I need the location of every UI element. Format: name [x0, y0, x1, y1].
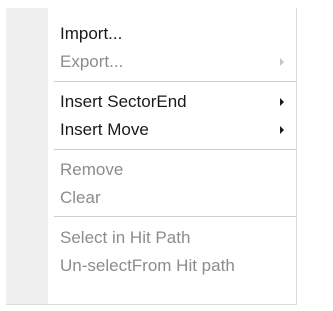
menu-item-insert-move[interactable]: Insert Move [6, 116, 296, 144]
menu-item-select-in-hit-path[interactable]: Select in Hit Path [6, 224, 296, 252]
menu-item-unselect-from-hit-path[interactable]: Un-selectFrom Hit path [6, 252, 296, 280]
menu-item-clear[interactable]: Clear [6, 184, 296, 212]
menu-separator [54, 216, 296, 217]
menu-item-label: Remove [60, 160, 124, 179]
menu-item-label: Select in Hit Path [60, 228, 191, 247]
submenu-arrow-icon [280, 126, 284, 134]
menu-item-label: Import... [60, 24, 123, 43]
menu-item-import[interactable]: Import... [6, 20, 296, 48]
menu-item-label: Insert SectorEnd [60, 92, 187, 111]
submenu-arrow-icon [280, 58, 284, 66]
menu-separator [54, 149, 296, 150]
submenu-arrow-icon [280, 98, 284, 106]
menu-item-label: Un-selectFrom Hit path [60, 256, 235, 275]
menu-item-remove[interactable]: Remove [6, 156, 296, 184]
menu-item-label: Clear [60, 188, 101, 207]
menu-item-export[interactable]: Export... [6, 48, 296, 76]
menu-item-label: Insert Move [60, 120, 149, 139]
menu-separator [54, 81, 296, 82]
menu-item-insert-sectorend[interactable]: Insert SectorEnd [6, 88, 296, 116]
menu-item-label: Export... [60, 52, 124, 71]
context-menu: Import... Export... Insert SectorEnd Ins… [6, 8, 297, 305]
